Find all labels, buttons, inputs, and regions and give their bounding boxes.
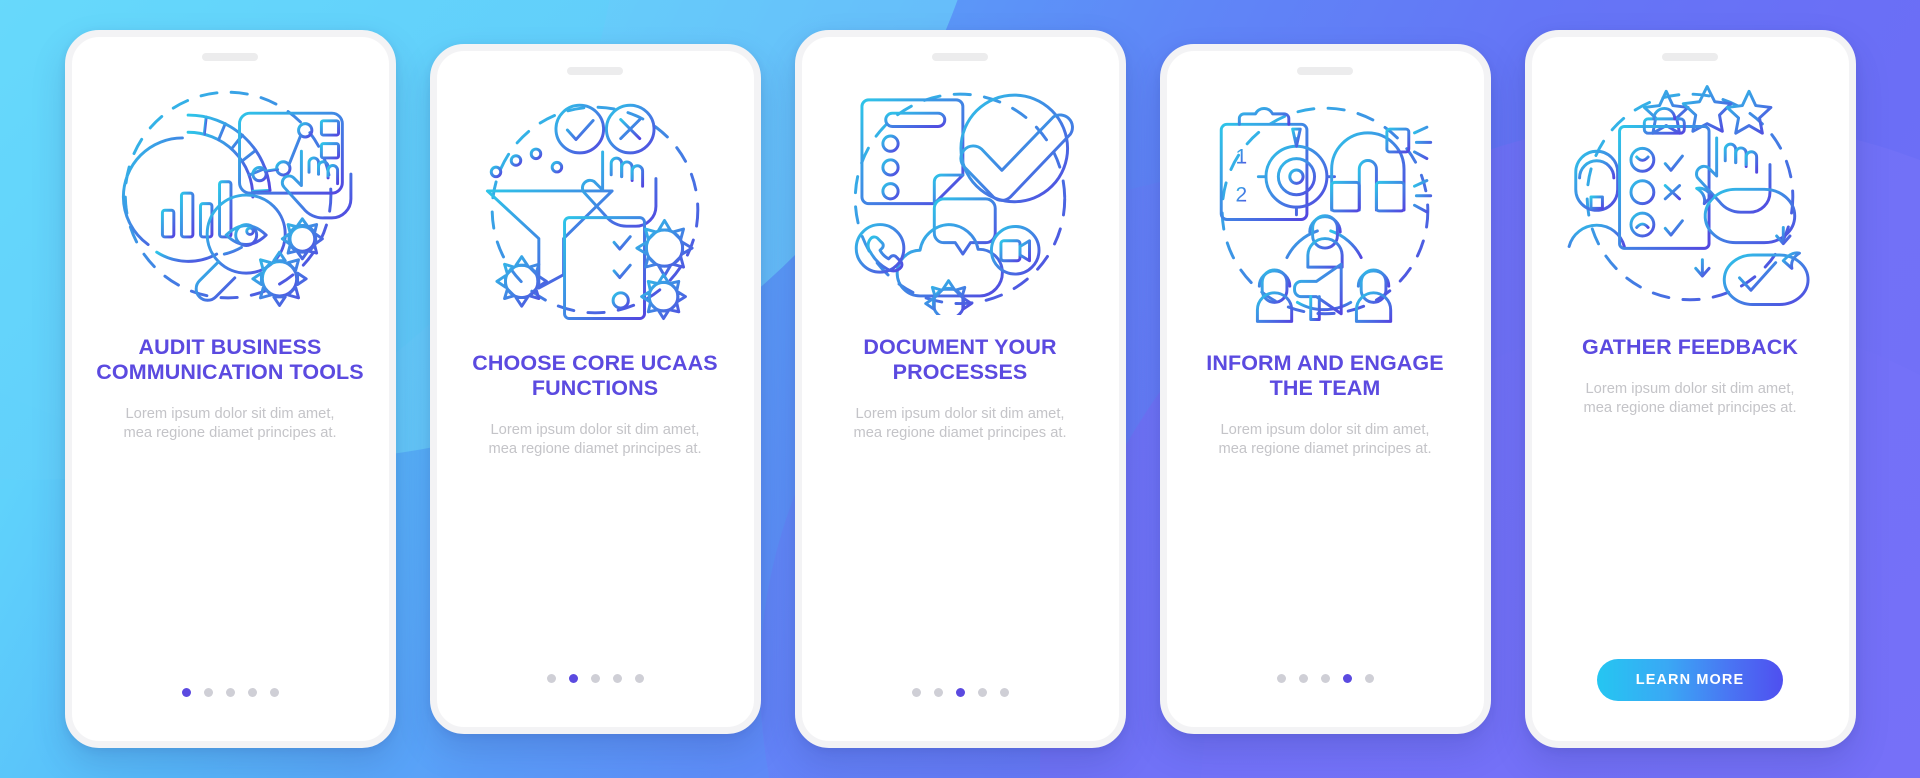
pagination-dot-2[interactable] bbox=[568, 674, 578, 683]
card-body-text: Lorem ipsum dolor sit dim amet, mea regi… bbox=[488, 422, 702, 457]
card-title: DOCUMENT YOUR PROCESSES bbox=[863, 335, 1057, 384]
phone-speaker-notch bbox=[932, 53, 988, 61]
card-body-text: Lorem ipsum dolor sit dim amet, mea regi… bbox=[123, 406, 337, 441]
phone-card-3[interactable]: DOCUMENT YOUR PROCESSES Lorem ipsum dolo… bbox=[794, 30, 1126, 748]
phone-card-2[interactable]: CHOOSE CORE UCAAS FUNCTIONS Lorem ipsum … bbox=[429, 44, 761, 734]
pagination-dot-2[interactable] bbox=[933, 688, 943, 697]
phone-card-row: AUDIT BUSINESS COMMUNICATION TOOLS Lorem… bbox=[0, 0, 1920, 778]
pagination-dot-1[interactable] bbox=[181, 688, 191, 697]
svg-text:2: 2 bbox=[1236, 183, 1248, 206]
pagination-dots[interactable] bbox=[546, 674, 644, 683]
pagination-dot-4[interactable] bbox=[612, 674, 622, 683]
pagination-dot-3[interactable] bbox=[590, 674, 600, 683]
pagination-dot-3[interactable] bbox=[1320, 674, 1330, 683]
pagination-dot-4[interactable] bbox=[1342, 674, 1352, 683]
phone-speaker-notch bbox=[1297, 67, 1353, 75]
card-title: AUDIT BUSINESS COMMUNICATION TOOLS bbox=[96, 335, 364, 384]
pagination-dot-2[interactable] bbox=[1298, 674, 1308, 683]
phone-card-4[interactable]: 1 2 INFORM AND ENGAGE THE TEAM Lorem ips… bbox=[1159, 44, 1491, 734]
learn-more-button[interactable]: LEARN MORE bbox=[1597, 659, 1783, 701]
pagination-dot-1[interactable] bbox=[546, 674, 556, 683]
card-title: INFORM AND ENGAGE THE TEAM bbox=[1206, 351, 1444, 400]
choose-core-ucaas-functions-icon bbox=[470, 91, 720, 329]
pagination-dot-5[interactable] bbox=[999, 688, 1009, 697]
onboarding-screens-stage: AUDIT BUSINESS COMMUNICATION TOOLS Lorem… bbox=[0, 0, 1920, 778]
card-title: CHOOSE CORE UCAAS FUNCTIONS bbox=[472, 351, 718, 400]
pagination-dots[interactable] bbox=[181, 688, 279, 697]
pagination-dot-2[interactable] bbox=[203, 688, 213, 697]
pagination-dot-3[interactable] bbox=[225, 688, 235, 697]
pagination-dot-4[interactable] bbox=[977, 688, 987, 697]
pagination-dot-1[interactable] bbox=[1276, 674, 1286, 683]
inform-and-engage-the-team-icon: 1 2 bbox=[1200, 91, 1450, 329]
phone-card-1[interactable]: AUDIT BUSINESS COMMUNICATION TOOLS Lorem… bbox=[64, 30, 396, 748]
pagination-dot-3[interactable] bbox=[955, 688, 965, 697]
svg-text:1: 1 bbox=[1236, 145, 1248, 168]
pagination-dot-1[interactable] bbox=[911, 688, 921, 697]
phone-speaker-notch bbox=[202, 53, 258, 61]
pagination-dot-4[interactable] bbox=[247, 688, 257, 697]
gather-feedback-icon bbox=[1565, 77, 1815, 315]
pagination-dots[interactable] bbox=[911, 688, 1009, 697]
pagination-dots[interactable] bbox=[1276, 674, 1374, 683]
card-body-text: Lorem ipsum dolor sit dim amet, mea regi… bbox=[853, 406, 1067, 441]
phone-speaker-notch bbox=[1662, 53, 1718, 61]
pagination-dot-5[interactable] bbox=[1364, 674, 1374, 683]
card-title: GATHER FEEDBACK bbox=[1581, 335, 1799, 359]
card-body-text: Lorem ipsum dolor sit dim amet, mea regi… bbox=[1583, 381, 1797, 416]
document-your-processes-icon bbox=[835, 77, 1085, 315]
pagination-dot-5[interactable] bbox=[634, 674, 644, 683]
audit-business-communication-tools-icon bbox=[105, 77, 355, 315]
pagination-dot-5[interactable] bbox=[269, 688, 279, 697]
card-body-text: Lorem ipsum dolor sit dim amet, mea regi… bbox=[1218, 422, 1432, 457]
phone-speaker-notch bbox=[567, 67, 623, 75]
phone-card-5[interactable]: GATHER FEEDBACK Lorem ipsum dolor sit di… bbox=[1524, 30, 1856, 748]
